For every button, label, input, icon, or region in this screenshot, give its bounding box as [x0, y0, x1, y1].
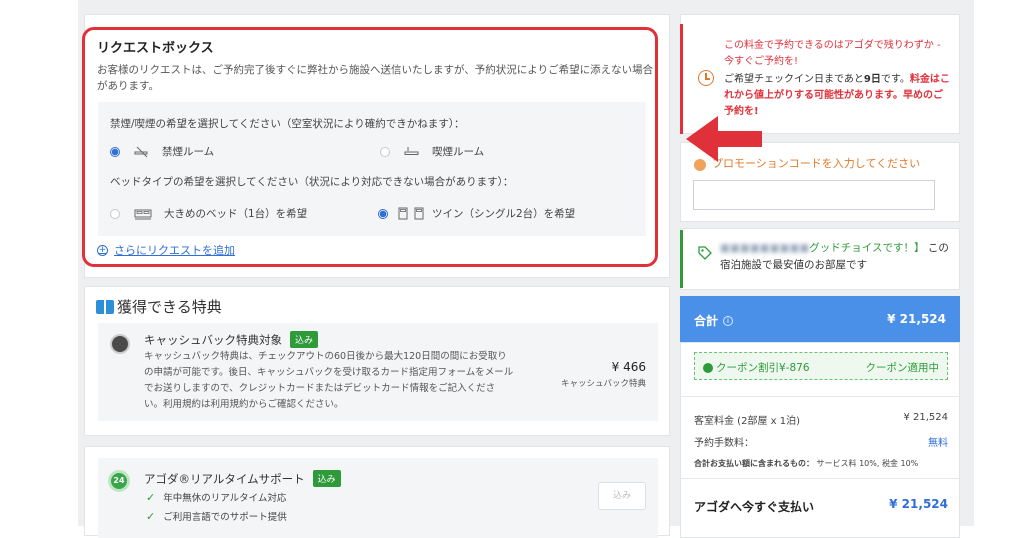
total-header: 合計 i ¥ 21,524 [680, 296, 960, 342]
info-icon[interactable]: i [723, 315, 734, 326]
support-item-text: 年中無休のリアルタイム対応 [163, 493, 287, 504]
booking-fee-row: 予約手数料： 無料 [694, 434, 948, 449]
countdown-prefix: ご希望チェックイン日まであと [724, 74, 864, 85]
cashback-description: キャッシュバック特典は、チェックアウトの60日後から最大120日間の間にお受取り… [144, 351, 514, 410]
included-fees-value: サービス料 10%, 税金 10% [816, 459, 919, 468]
cashback-included-badge: 込み [290, 331, 319, 348]
cashback-title: キャッシュバック特典対象 込み [144, 331, 319, 348]
twin-bed-icon [398, 207, 426, 220]
deal-blurred-text: ■■■■■■■■■ [720, 242, 810, 254]
deal-highlight: グッドチョイスです！】 [809, 242, 925, 254]
option-non-smoking[interactable]: 禁煙ルーム [110, 144, 214, 159]
cashback-amount: ¥ 466 [611, 360, 646, 374]
support-title-text: アゴダ®リアルタイムサポート [144, 471, 305, 486]
no-smoking-icon [134, 146, 150, 158]
check-circle-icon [703, 362, 713, 373]
support-included-badge: 込み [312, 470, 341, 487]
bed-question: ベッドタイプの希望を選択してください（状況により対応できない場合があります）： [110, 176, 514, 188]
support-item-text: ご利用言語でのサポート提供 [163, 512, 287, 523]
option-smoking[interactable]: 喫煙ルーム [380, 144, 484, 159]
support-item: ✓ ご利用言語でのサポート提供 [146, 509, 287, 524]
tag-icon [698, 246, 712, 264]
coupon-discount-text: クーポン割引¥-876 [716, 362, 810, 374]
check-icon: ✓ [146, 490, 156, 504]
promo-code-input[interactable] [693, 180, 935, 210]
countdown-days: 9日 [863, 74, 881, 85]
cashback-icon [110, 334, 130, 354]
add-request-label: さらにリクエストを追加 [114, 244, 235, 257]
total-label-text: 合計 [694, 314, 719, 328]
booking-fee-value: 無料 [928, 438, 948, 449]
option-non-smoking-label: 禁煙ルーム [162, 146, 215, 158]
total-label: 合計 i [694, 312, 734, 329]
divider [680, 396, 960, 397]
radio-smoking[interactable] [380, 146, 390, 157]
smoking-question: 禁煙/喫煙の希望を選択してください（空室状況により確約できかねます）： [110, 118, 465, 130]
divider [680, 478, 960, 479]
support-24h-icon: 24 [108, 470, 130, 492]
room-rate-label: 客室料金 (2部屋 x 1泊) [694, 416, 800, 427]
radio-non-smoking[interactable] [110, 146, 120, 157]
plus-circle-icon: + [97, 244, 108, 256]
support-item: ✓ 年中無休のリアルタイム対応 [146, 490, 287, 505]
option-twin-bed[interactable]: ツイン（シングル2台）を希望 [378, 206, 575, 221]
option-large-bed-label: 大きめのベッド（1台）を希望 [164, 208, 308, 220]
red-arrow-annotation [686, 116, 762, 162]
request-box-title: リクエストボックス [97, 41, 214, 56]
clock-icon [698, 70, 714, 86]
option-large-bed[interactable]: 大きめのベッド（1台）を希望 [110, 206, 307, 221]
coupon-banner: クーポン割引¥-876 クーポン適用中 [694, 352, 948, 380]
booking-fee-label: 予約手数料： [694, 438, 754, 449]
benefits-title: 獲得できる特典 [96, 296, 222, 317]
benefits-title-text: 獲得できる特典 [117, 298, 222, 316]
gift-icon [96, 299, 114, 314]
total-value: ¥ 21,524 [887, 312, 946, 326]
deal-message: ■■■■■■■■■グッドチョイスです！】 この宿泊施設で最安値のお部屋です [720, 240, 950, 274]
support-included-button[interactable]: 込み [598, 482, 646, 510]
room-rate-row: 客室料金 (2部屋 x 1泊) ¥ 21,524 [694, 412, 948, 427]
urgency-accent-bar [680, 24, 683, 134]
deal-accent-bar [680, 230, 683, 288]
cashback-amount-label: キャッシュバック特典 [560, 379, 646, 389]
urgency-message: この料金で予約できるのはアゴダで残りわずか - 今すぐご予約を! [724, 40, 941, 67]
countdown-mid: です。 [880, 74, 910, 85]
radio-twin-bed[interactable] [378, 208, 388, 219]
add-request-link[interactable]: + さらにリクエストを追加 [97, 242, 235, 258]
support-title: アゴダ®リアルタイムサポート 込み [144, 470, 341, 487]
pay-now-value: ¥ 21,524 [889, 497, 948, 511]
room-rate-value: ¥ 21,524 [903, 412, 948, 423]
option-twin-bed-label: ツイン（シングル2台）を希望 [432, 208, 576, 220]
request-box-description: お客様のリクエストは、ご予約完了後すぐに弊社から施設へ送信いたしますが、予約状況… [97, 64, 654, 92]
radio-large-bed[interactable] [110, 208, 120, 219]
included-fees-note: 合計お支払い額に含まれるもの： サービス料 10%, 税金 10% [694, 458, 918, 469]
cashback-title-text: キャッシュバック特典対象 [144, 332, 282, 347]
coupon-applied-status: クーポン適用中 [865, 362, 940, 374]
check-icon: ✓ [146, 509, 156, 523]
option-smoking-label: 喫煙ルーム [432, 146, 485, 158]
coupon-discount: クーポン割引¥-876 [703, 360, 810, 375]
included-fees-label: 合計お支払い額に含まれるもの： [694, 459, 814, 468]
smoking-icon [404, 146, 420, 158]
pay-now-label: アゴダへ今すぐ支払い [694, 500, 815, 514]
double-bed-icon [134, 208, 152, 220]
